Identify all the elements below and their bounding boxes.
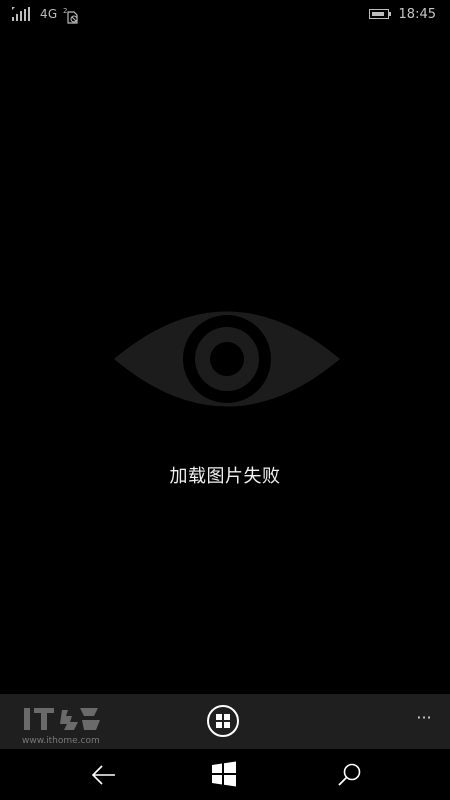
more-button[interactable]: ··· [412, 706, 436, 730]
ithome-logo [24, 708, 100, 730]
windows-logo-icon [212, 761, 236, 787]
battery-icon [368, 9, 391, 19]
app-bar: www.ithome.com ··· [0, 694, 450, 749]
clock: 18:45 [398, 6, 436, 22]
eye-icon [114, 311, 340, 407]
status-left: 4G 2 [12, 4, 79, 24]
home-button[interactable] [207, 705, 239, 737]
sim-icon: 2 [63, 6, 79, 24]
search-button[interactable] [335, 761, 363, 789]
start-button[interactable] [211, 761, 239, 789]
network-type: 4G [40, 7, 58, 21]
image-viewer[interactable]: 加载图片失败 [0, 28, 450, 694]
status-bar: 4G 2 18:45 [0, 0, 450, 28]
back-button[interactable] [90, 761, 118, 789]
back-arrow-icon [91, 765, 115, 785]
search-icon [338, 763, 361, 786]
sim-badge: 2 [63, 7, 67, 15]
signal-icon [12, 7, 34, 21]
nav-bar [0, 749, 450, 800]
watermark-url: www.ithome.com [22, 736, 100, 746]
load-failed-message: 加载图片失败 [169, 466, 281, 487]
grid-icon [216, 714, 230, 728]
watermark: www.ithome.com [22, 704, 132, 748]
status-right: 18:45 [368, 4, 436, 24]
